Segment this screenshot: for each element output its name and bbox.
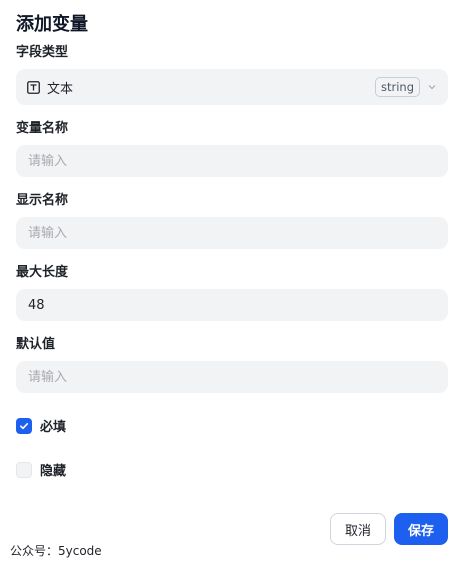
display-name-label: 显示名称 (16, 193, 69, 208)
required-checkbox-row[interactable]: 必填 (16, 416, 66, 435)
max-length-input[interactable] (16, 289, 448, 321)
hidden-label: 隐藏 (40, 464, 67, 479)
checkmark-icon (20, 422, 29, 429)
watermark-text: 公众号：5ycode (10, 544, 102, 558)
display-name-input[interactable] (16, 217, 448, 249)
hidden-checkbox[interactable] (16, 461, 32, 478)
text-type-icon (26, 80, 40, 94)
var-name-input[interactable] (16, 145, 448, 177)
default-value-label: 默认值 (16, 337, 56, 352)
required-label: 必填 (40, 420, 67, 435)
field-type-value: 文本 (47, 81, 74, 97)
type-badge: string (374, 77, 420, 97)
required-checkbox[interactable] (16, 417, 32, 434)
field-type-select[interactable]: 文本 string (16, 69, 448, 105)
var-name-label: 变量名称 (16, 121, 69, 136)
max-length-label: 最大长度 (16, 265, 69, 280)
save-button[interactable]: 保存 (394, 513, 448, 545)
field-type-label: 字段类型 (16, 45, 69, 60)
dialog-title: 添加变量 (16, 14, 88, 35)
add-variable-dialog: 添加变量 字段类型 文本 string 变量名称 显示名称 最大长度 默认值 (0, 0, 465, 568)
chevron-down-icon (426, 81, 438, 93)
hidden-checkbox-row[interactable]: 隐藏 (16, 460, 66, 479)
default-value-input[interactable] (16, 361, 448, 393)
cancel-button[interactable]: 取消 (330, 513, 386, 545)
